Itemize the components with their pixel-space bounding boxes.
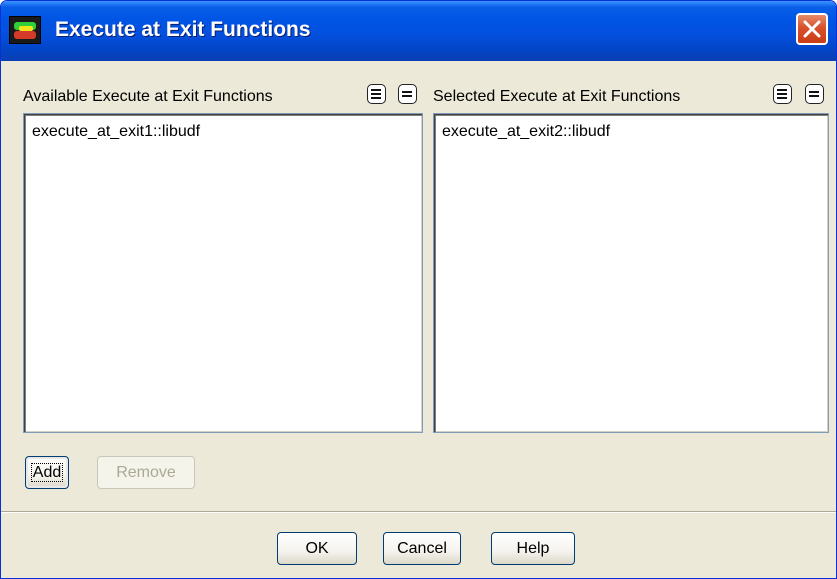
available-list-label: Available Execute at Exit Functions xyxy=(23,88,273,105)
help-button-label: Help xyxy=(516,540,550,557)
available-select-all-icon[interactable] xyxy=(367,84,386,104)
cancel-button-label: Cancel xyxy=(397,540,447,557)
ok-button-label: OK xyxy=(305,540,329,557)
list-item[interactable]: execute_at_exit2::libudf xyxy=(442,120,610,144)
selected-deselect-all-icon[interactable] xyxy=(805,84,824,104)
cancel-button[interactable]: Cancel xyxy=(383,532,461,565)
add-button-label: Add xyxy=(30,463,64,482)
add-button[interactable]: Add xyxy=(25,456,69,489)
available-functions-list[interactable]: execute_at_exit1::libudf xyxy=(23,113,423,433)
remove-button-label: Remove xyxy=(116,464,176,481)
help-button[interactable]: Help xyxy=(491,532,575,565)
dialog-window: Execute at Exit Functions Available Exec… xyxy=(0,0,837,579)
close-button[interactable] xyxy=(796,13,828,45)
ok-button[interactable]: OK xyxy=(277,532,357,565)
selected-select-all-icon[interactable] xyxy=(773,84,792,104)
selected-list-label: Selected Execute at Exit Functions xyxy=(433,88,681,105)
fluent-app-icon xyxy=(9,16,41,44)
selected-functions-list[interactable]: execute_at_exit2::libudf xyxy=(433,113,829,433)
remove-button[interactable]: Remove xyxy=(97,456,195,489)
window-title: Execute at Exit Functions xyxy=(55,18,311,41)
close-icon xyxy=(803,20,821,38)
available-deselect-all-icon[interactable] xyxy=(398,84,417,104)
separator xyxy=(1,511,836,513)
title-bar[interactable]: Execute at Exit Functions xyxy=(1,1,836,61)
list-item[interactable]: execute_at_exit1::libudf xyxy=(32,120,200,144)
